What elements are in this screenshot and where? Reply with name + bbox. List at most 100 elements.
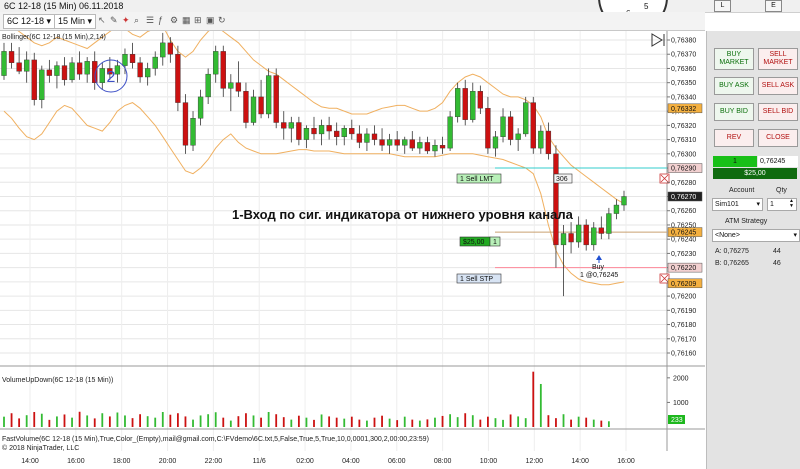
annotation-circle-number: 2 bbox=[107, 69, 116, 86]
interval-selector[interactable]: 15 Min ▾ bbox=[54, 14, 97, 29]
candle-body bbox=[16, 62, 22, 72]
position-avg-price: 0,76245 bbox=[758, 156, 798, 167]
cancel-sell-limit-icon[interactable] bbox=[659, 173, 670, 184]
sell-ask-button[interactable]: SELL ASK bbox=[758, 77, 798, 95]
candle-body bbox=[545, 130, 552, 155]
atm-strategy-select[interactable]: <None> ▾ bbox=[712, 229, 800, 242]
time-tick-label: 04:00 bbox=[342, 458, 360, 465]
quantity-stepper[interactable]: 1 ▲ ▼ bbox=[767, 198, 797, 211]
price-tick-label: 0,76320 bbox=[671, 123, 696, 130]
volume-bar bbox=[479, 419, 482, 427]
cursor-icon[interactable]: ↖ bbox=[98, 14, 106, 27]
position-order[interactable]: $25,00 1 bbox=[459, 236, 501, 247]
volume-bar bbox=[358, 419, 361, 427]
candle-body bbox=[137, 62, 143, 78]
close-position-button[interactable]: CLOSE bbox=[758, 129, 798, 147]
volume-bar bbox=[108, 416, 111, 427]
window-title: 6C 12-18 (15 Min) 06.11.2018 bbox=[4, 1, 124, 11]
chart-trader-icon[interactable]: ▣ bbox=[206, 14, 215, 27]
data-box-icon[interactable]: ▦ bbox=[182, 14, 191, 27]
reverse-button[interactable]: REV bbox=[714, 129, 754, 147]
quantity-box-label: 306 bbox=[556, 176, 568, 183]
candle-body bbox=[485, 108, 491, 149]
candle-body bbox=[160, 42, 166, 58]
quantity-label: Qty bbox=[776, 187, 787, 194]
volume-bar bbox=[539, 383, 542, 427]
position-quantity: 1 bbox=[713, 156, 757, 167]
price-chart[interactable]: Bollinger(6C 12-18 (15 Min),2,14) 2 1-Вх… bbox=[0, 31, 705, 469]
volume-bar bbox=[373, 417, 376, 427]
pencil-icon[interactable]: ✎ bbox=[110, 14, 118, 27]
grid-icon[interactable]: ⊞ bbox=[194, 14, 202, 27]
candle-body bbox=[530, 102, 536, 149]
candle-body bbox=[334, 130, 340, 137]
candle-body bbox=[152, 56, 158, 69]
volume-bar bbox=[124, 415, 126, 427]
instrument-label: 6C 12-18 bbox=[7, 16, 45, 26]
candle-body bbox=[114, 65, 121, 75]
volume-bar bbox=[93, 418, 96, 427]
candle-body bbox=[175, 54, 181, 103]
buy-bid-button[interactable]: BUY BID bbox=[714, 103, 754, 121]
refresh-icon[interactable]: ↻ bbox=[218, 14, 226, 27]
top-button-l[interactable]: L bbox=[714, 0, 731, 12]
volume-bar bbox=[40, 413, 43, 427]
volume-bar bbox=[3, 416, 5, 427]
volume-bar bbox=[229, 420, 232, 427]
volume-bar bbox=[267, 412, 270, 427]
zoom-icon[interactable]: ⌕ bbox=[134, 14, 139, 27]
candle-body bbox=[54, 65, 60, 76]
volume-bar bbox=[56, 416, 58, 427]
volume-bar bbox=[418, 420, 421, 427]
price-tick-label: 0,76280 bbox=[671, 180, 696, 187]
candle-body bbox=[220, 51, 226, 89]
sell-market-button[interactable]: SELL MARKET bbox=[758, 48, 798, 70]
price-tag-label: 0,76290 bbox=[671, 166, 696, 173]
top-button-e[interactable]: E bbox=[765, 0, 782, 12]
buy-ask-button[interactable]: BUY ASK bbox=[714, 77, 754, 95]
volume-bar bbox=[494, 418, 497, 427]
volume-bar bbox=[600, 420, 603, 427]
candle-body bbox=[61, 65, 68, 81]
candle-body bbox=[439, 145, 446, 149]
volume-bar bbox=[434, 417, 436, 427]
sell-stop-order[interactable]: 1 Sell STP bbox=[456, 273, 502, 284]
volume-bar bbox=[471, 415, 474, 427]
candle-body bbox=[129, 54, 136, 63]
volume-bar bbox=[562, 414, 565, 427]
volume-bar bbox=[547, 415, 550, 427]
buy-market-button[interactable]: BUY MARKET bbox=[714, 48, 754, 70]
candle-body bbox=[273, 75, 279, 123]
instrument-selector[interactable]: 6C 12-18 ▾ bbox=[3, 14, 56, 29]
candle-body bbox=[1, 51, 7, 76]
volume-bar bbox=[592, 419, 595, 427]
account-select[interactable]: Sim101 ▾ bbox=[712, 198, 763, 211]
position-pnl-label: $25,00 bbox=[463, 239, 485, 246]
volume-bar bbox=[335, 417, 338, 427]
price-tick-label: 0,76370 bbox=[671, 52, 696, 59]
candle-body bbox=[606, 213, 612, 234]
bid-size: 46 bbox=[773, 260, 781, 267]
candle-body bbox=[24, 59, 30, 72]
volume-bar bbox=[260, 417, 262, 427]
time-tick-label: 14:00 bbox=[21, 458, 39, 465]
volume-bar bbox=[146, 416, 149, 427]
stepper-arrows-icon[interactable]: ▲ ▼ bbox=[789, 199, 794, 209]
strategy-icon[interactable]: ⚙ bbox=[170, 14, 178, 27]
price-tag-label: 0,76332 bbox=[671, 106, 696, 113]
candle-body bbox=[39, 69, 45, 100]
price-tick-label: 0,76160 bbox=[671, 351, 696, 358]
indicators-icon[interactable]: ƒ bbox=[158, 14, 163, 27]
volume-bar bbox=[48, 419, 51, 427]
sell-bid-button[interactable]: SELL BID bbox=[758, 103, 798, 121]
candle-body bbox=[538, 130, 544, 149]
candle-body bbox=[523, 102, 529, 135]
volume-bar bbox=[214, 412, 217, 427]
time-tick-label: 20:00 bbox=[159, 458, 177, 465]
sell-limit-order[interactable]: 1 Sell LMT bbox=[456, 173, 502, 184]
draw-tool-icon[interactable]: ✦ bbox=[122, 14, 130, 27]
properties-icon[interactable]: ☰ bbox=[146, 14, 154, 27]
quantity-box[interactable]: 306 bbox=[553, 173, 573, 184]
volume-bar bbox=[396, 420, 399, 427]
candle-body bbox=[205, 73, 211, 98]
